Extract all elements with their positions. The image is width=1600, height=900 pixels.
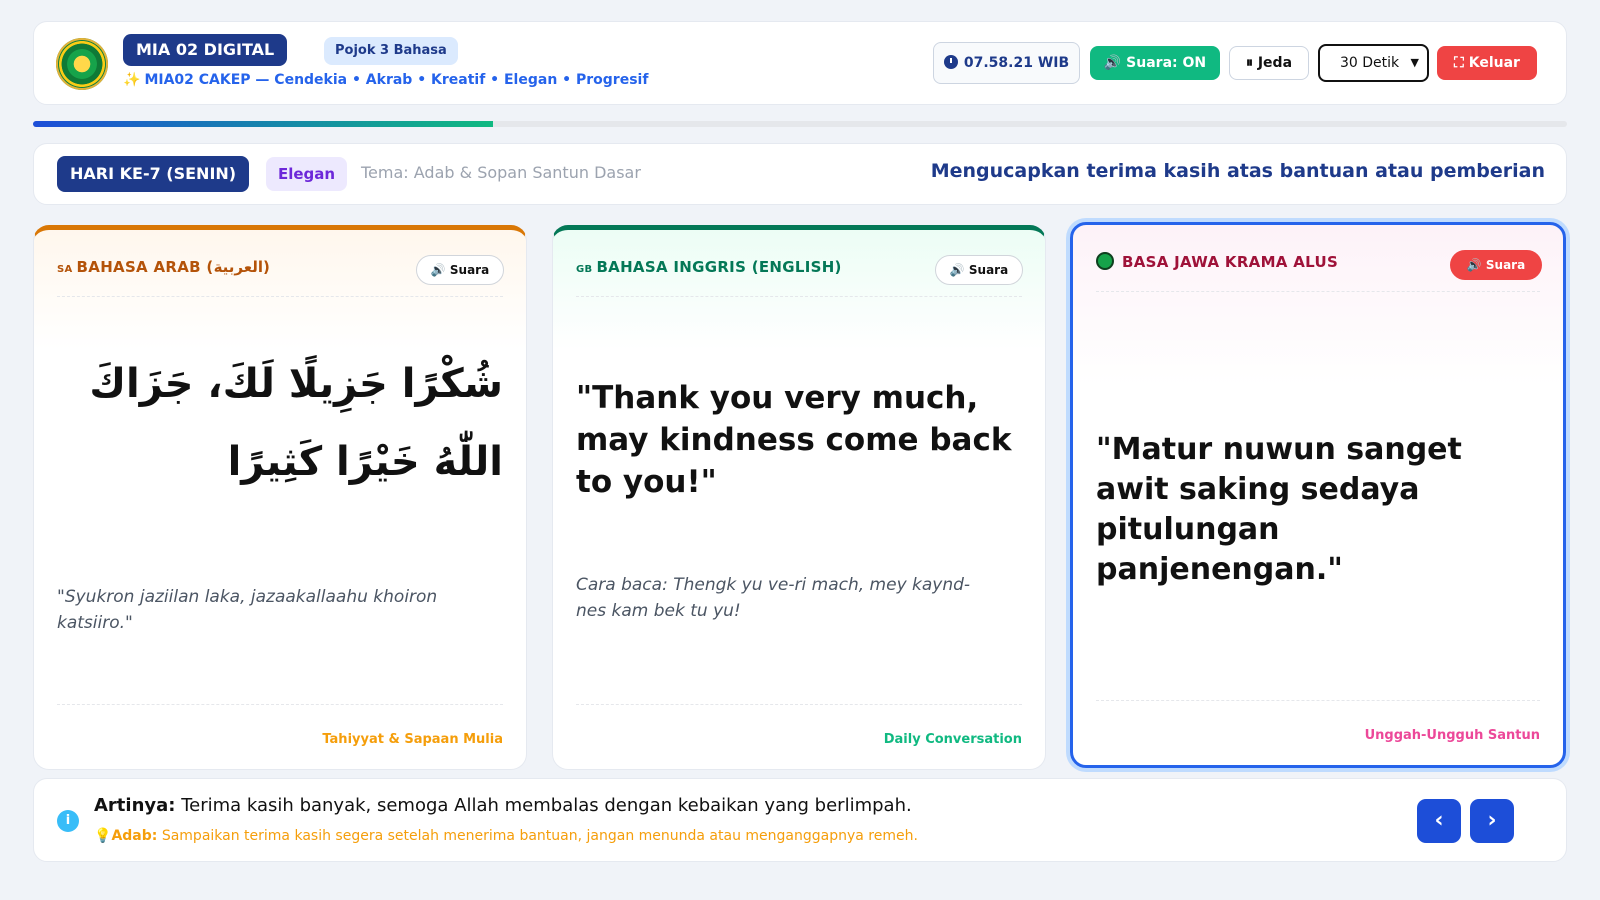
javanese-category: Unggah-Ungguh Santun: [1364, 728, 1540, 743]
arabic-category: Tahiyyat & Sapaan Mulia: [322, 732, 503, 747]
clock-text: 07.58.21 WIB: [963, 55, 1070, 71]
divider: [1096, 700, 1540, 701]
chevron-down-icon: ▼: [1410, 56, 1419, 69]
interval-value: 30 Detik: [1340, 55, 1400, 71]
meaning-text: Artinya: Terima kasih banyak, semoga All…: [94, 795, 912, 816]
divider: [57, 296, 503, 297]
topic-headline: Mengucapkan terima kasih atas bantuan at…: [930, 160, 1545, 182]
meaning-panel: i Artinya: Terima kasih banyak, semoga A…: [33, 778, 1567, 862]
adab-label: Adab:: [111, 828, 158, 844]
arabic-title-text: BAHASA ARAB (العربية): [76, 258, 271, 276]
tagline-text: MIA02 CAKEP — Cendekia • Akrab • Kreatif…: [144, 72, 649, 88]
arabic-transliteration: "Syukron jaziilan laka, jazaakallaahu kh…: [57, 587, 438, 633]
sparkle-icon: ✨: [123, 72, 141, 88]
next-slide-button[interactable]: ›: [1470, 799, 1514, 843]
javanese-voice-button[interactable]: 🔊 Suara: [1450, 250, 1542, 280]
javanese-phrase: "Matur nuwun sanget awit saking sedaya p…: [1096, 432, 1462, 587]
english-title-text: BAHASA INGGRIS (ENGLISH): [596, 258, 842, 276]
status-dot-icon: [1096, 252, 1114, 270]
mode-badge: Pojok 3 Bahasa: [324, 37, 458, 65]
adab-text: 💡Adab: Sampaikan terima kasih segera set…: [94, 828, 918, 844]
adab-value: Sampaikan terima kasih segera setelah me…: [161, 828, 918, 844]
english-pronunciation: Cara baca: Thengk yu ve-ri mach, mey kay…: [576, 575, 971, 621]
clock-icon: [943, 55, 958, 69]
meaning-value: Terima kasih banyak, semoga Allah membal…: [181, 795, 912, 816]
divider: [57, 704, 503, 705]
clock-display: 07.58.21 WIB: [933, 42, 1080, 84]
app-header: MIA 02 DIGITAL Pojok 3 Bahasa ✨ MIA02 CAK…: [33, 21, 1567, 105]
javanese-card-title: BASA JAWA KRAMA ALUS: [1096, 252, 1338, 271]
english-card: GB BAHASA INGGRIS (ENGLISH) 🔊 Suara "Than…: [552, 225, 1046, 770]
arabic-card-title: SA BAHASA ARAB (العربية): [57, 258, 270, 276]
meaning-label: Artinya:: [94, 795, 176, 816]
chevron-left-icon: ‹: [1434, 808, 1444, 833]
javanese-title-text: BASA JAWA KRAMA ALUS: [1122, 253, 1339, 271]
english-voice-button[interactable]: 🔊 Suara: [935, 255, 1023, 285]
pause-button[interactable]: ⏸ Jeda: [1229, 46, 1309, 80]
divider: [576, 704, 1022, 705]
english-category: Daily Conversation: [883, 732, 1022, 747]
english-card-title: GB BAHASA INGGRIS (ENGLISH): [576, 258, 842, 276]
previous-slide-button[interactable]: ‹: [1417, 799, 1461, 843]
app-title: MIA 02 DIGITAL: [123, 34, 288, 66]
info-icon: i: [57, 810, 79, 832]
divider: [576, 296, 1022, 297]
theme-text: Tema: Adab & Sopan Santun Dasar: [361, 163, 641, 182]
day-badge: HARI KE-7 (SENIN): [57, 156, 250, 192]
value-badge: Elegan: [266, 157, 348, 191]
sound-toggle-button[interactable]: 🔊 Suara: ON: [1090, 46, 1220, 80]
arabic-voice-button[interactable]: 🔊 Suara: [416, 255, 504, 285]
exit-fullscreen-button[interactable]: ⛶ Keluar: [1437, 46, 1537, 80]
tagline: ✨ MIA02 CAKEP — Cendekia • Akrab • Kreati…: [123, 72, 648, 88]
interval-select[interactable]: 30 Detik ▼: [1318, 44, 1429, 82]
lightbulb-icon: 💡: [94, 828, 112, 844]
divider: [1096, 291, 1540, 292]
topic-bar: HARI KE-7 (SENIN) Elegan Tema: Adab & So…: [33, 143, 1567, 205]
arabic-card: SA BAHASA ARAB (العربية) 🔊 Suara شُكْرًا …: [33, 225, 527, 770]
javanese-card: BASA JAWA KRAMA ALUS 🔊 Suara "Matur nuwu…: [1070, 222, 1566, 768]
english-phrase: "Thank you very much, may kindness come …: [576, 380, 1012, 500]
arabic-phrase: شُكْرًا جَزِيلًا لَكَ، جَزَاكَ اللّٰهُ خ…: [89, 361, 503, 485]
chevron-right-icon: ›: [1487, 808, 1497, 833]
school-logo: [56, 38, 108, 90]
slide-progress-bar: [33, 121, 1567, 127]
slide-progress-fill: [33, 121, 494, 127]
flag-code: SA: [57, 264, 73, 275]
flag-code: GB: [576, 264, 593, 275]
